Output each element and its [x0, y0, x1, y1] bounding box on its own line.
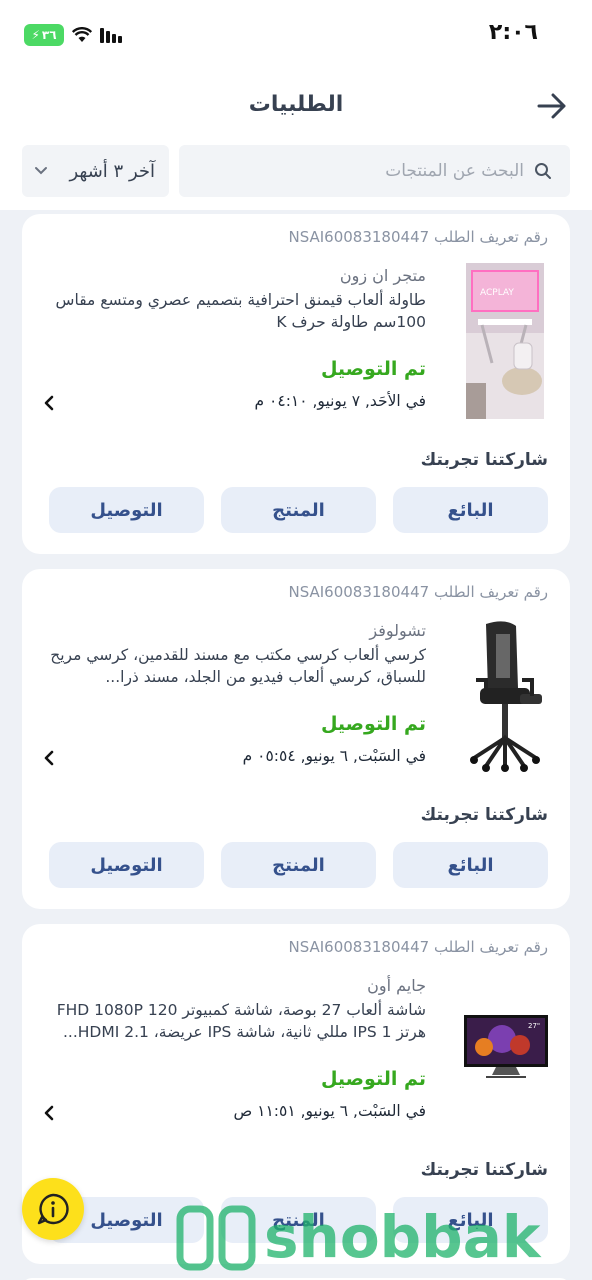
svg-text:27": 27": [528, 1022, 540, 1030]
header: الطلبيات: [0, 70, 592, 145]
help-button[interactable]: [22, 1178, 84, 1240]
seller-name: جايم أون: [367, 976, 426, 995]
period-value: آخر ٣ أشهر: [69, 160, 156, 182]
order-id-label: رقم تعريف الطلب: [433, 583, 548, 601]
filters-bar: آخر ٣ أشهر: [0, 145, 592, 210]
back-button[interactable]: [534, 88, 570, 124]
share-experience-label: شاركتنا تجربتك: [420, 805, 548, 825]
wifi-icon: [72, 27, 92, 42]
order-status: تم التوصيل: [320, 1068, 426, 1090]
order-id-label: رقم تعريف الطلب: [433, 228, 548, 246]
rate-delivery-button[interactable]: التوصيل: [49, 487, 204, 533]
order-id: رقم تعريف الطلب NSAI60083180447: [288, 228, 548, 246]
signal-bars-icon: [100, 27, 122, 43]
clock: ٢:٠٦: [488, 20, 538, 45]
gaming-monitor-image: 27": [462, 973, 550, 1129]
battery-level: ٣٦: [41, 28, 57, 42]
share-experience-label: شاركتنا تجربتك: [420, 450, 548, 470]
chevron-left-icon[interactable]: [42, 749, 56, 767]
chevron-left-icon[interactable]: [42, 1104, 56, 1122]
order-status: تم التوصيل: [320, 713, 426, 735]
rate-product-button[interactable]: المنتج: [221, 842, 376, 888]
search-box: [179, 145, 570, 197]
order-id: رقم تعريف الطلب NSAI60083180447: [288, 583, 548, 601]
gaming-desk-image: ACPLAY: [466, 263, 544, 419]
order-date: في الأحَد, ٧ يونيو, ٠٤:١٠ م: [254, 392, 426, 410]
rate-seller-button[interactable]: البائع: [393, 487, 548, 533]
rate-seller-button[interactable]: البائع: [393, 842, 548, 888]
order-status: تم التوصيل: [320, 358, 426, 380]
status-icons: ⚡ ٣٦: [24, 24, 122, 46]
product-thumbnail[interactable]: ACPLAY: [466, 262, 544, 420]
seller-name: تشولوفز: [369, 621, 426, 640]
order-info: جايم أون شاشة ألعاب 27 بوصة، شاشة كمبيوت…: [41, 976, 426, 1043]
rate-product-button[interactable]: المنتج: [221, 487, 376, 533]
order-info: تشولوفز كرسي ألعاب كرسي مكتب مع مسند للق…: [41, 621, 426, 688]
order-id-value: NSAI60083180447: [288, 938, 430, 956]
period-dropdown[interactable]: آخر ٣ أشهر: [22, 145, 169, 197]
order-date: في السَبْت, ٦ يونيو, ١١:٥١ ص: [233, 1102, 426, 1120]
product-thumbnail[interactable]: [466, 617, 544, 775]
chevron-down-icon: [35, 167, 47, 175]
rate-product-button[interactable]: المنتج: [221, 1197, 376, 1243]
product-description: كرسي ألعاب كرسي مكتب مع مسند للقدمين، كر…: [50, 646, 426, 686]
order-date: في السَبْت, ٦ يونيو, ٠٥:٥٤ م: [242, 747, 426, 765]
order-info: متجر ان زون طاولة ألعاب قيمنق احترافية ب…: [41, 266, 426, 333]
search-icon: [535, 163, 551, 179]
page-title: الطلبيات: [248, 92, 344, 117]
rate-seller-button[interactable]: البائع: [393, 1197, 548, 1243]
orders-list[interactable]: رقم تعريف الطلب NSAI60083180447 ACPLAY م…: [0, 210, 592, 1280]
arrow-right-icon: [537, 93, 566, 119]
product-description: شاشة ألعاب 27 بوصة، شاشة كمبيوتر FHD 108…: [56, 1001, 426, 1041]
order-id: رقم تعريف الطلب NSAI60083180447: [288, 938, 548, 956]
search-input[interactable]: [204, 161, 524, 181]
order-id-value: NSAI60083180447: [288, 228, 430, 246]
order-id-label: رقم تعريف الطلب: [433, 938, 548, 956]
order-card[interactable]: رقم تعريف الطلب NSAI60083180447 ACPLAY م…: [22, 214, 570, 554]
product-thumbnail[interactable]: 27": [462, 972, 550, 1130]
battery-charging-icon: ⚡ ٣٦: [24, 24, 64, 46]
gaming-chair-image: [466, 618, 544, 774]
status-bar: ٢:٠٦ ⚡ ٣٦: [0, 0, 592, 70]
chevron-left-icon[interactable]: [42, 394, 56, 412]
info-icon: [37, 1193, 69, 1225]
rate-delivery-button[interactable]: التوصيل: [49, 842, 204, 888]
share-experience-label: شاركتنا تجربتك: [420, 1160, 548, 1180]
seller-name: متجر ان زون: [339, 266, 426, 285]
svg-text:ACPLAY: ACPLAY: [480, 288, 514, 298]
product-description: طاولة ألعاب قيمنق احترافية بتصميم عصري و…: [55, 291, 426, 331]
order-card[interactable]: رقم تعريف الطلب NSAI60083180447 تشولوفز …: [22, 569, 570, 909]
order-id-value: NSAI60083180447: [288, 583, 430, 601]
order-card[interactable]: رقم تعريف الطلب NSAI60083180447 27" جايم…: [22, 924, 570, 1264]
